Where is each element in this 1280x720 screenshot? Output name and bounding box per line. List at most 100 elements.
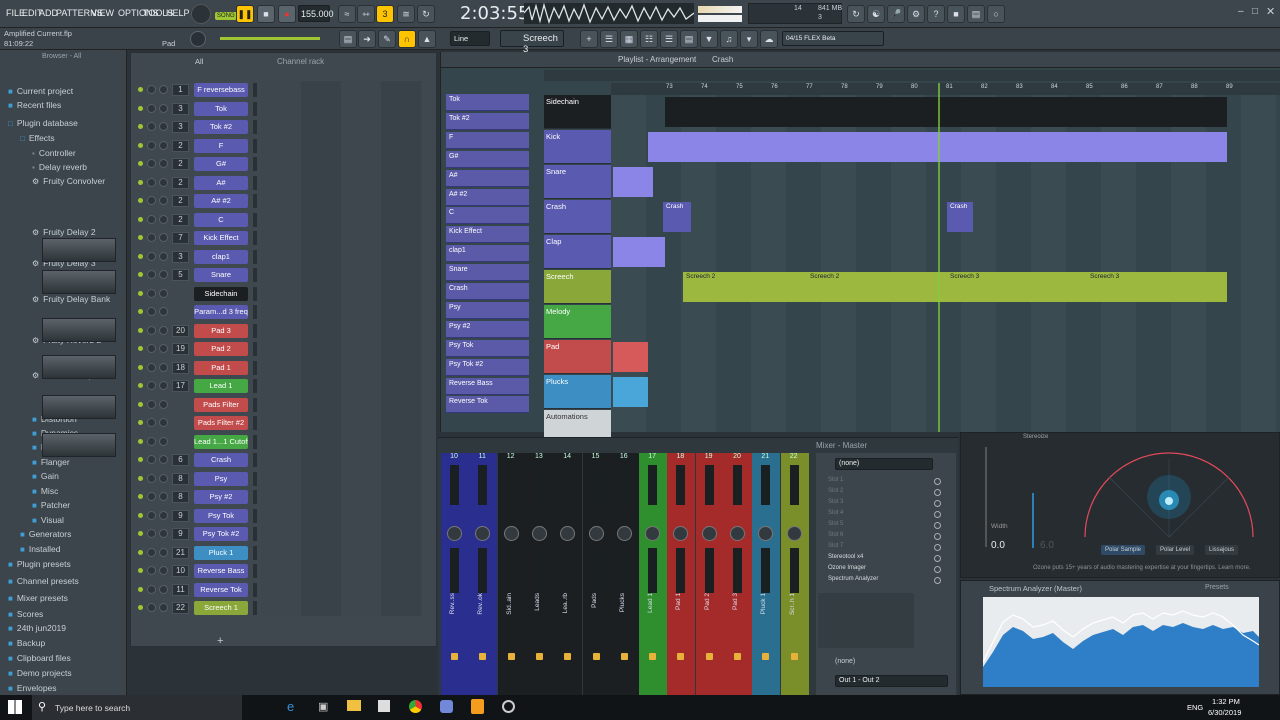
channel-mixer-track[interactable]: 8 [172,472,189,485]
lock-icon[interactable]: ■ [947,5,965,23]
mixer-insert-slot[interactable]: Spectrum Analyzer [828,576,933,586]
channel-mute-led[interactable] [138,142,143,148]
channel-pan-knob[interactable] [147,140,156,150]
countdown-icon[interactable]: 3 [376,5,394,23]
channel-row[interactable]: 9 Psy Tok #2 [131,525,431,544]
browser-item[interactable]: ■ Patcher [32,500,70,510]
channel-select-indicator[interactable] [253,490,257,504]
tempo-display[interactable]: 155.000 [298,5,334,22]
channel-volume-knob[interactable] [159,344,168,353]
route-arrow-icon[interactable] [592,653,600,660]
channel-select-indicator[interactable] [253,268,257,282]
channel-select-indicator[interactable] [253,101,257,116]
channel-name-button[interactable]: Reverse Bass [194,564,248,578]
channel-volume-knob[interactable] [159,547,168,557]
channel-pan-knob[interactable] [147,418,156,427]
channel-name-button[interactable]: Pads Filter [194,397,248,412]
taskbar-date[interactable]: 6/30/2019 [1208,708,1241,717]
channel-volume-knob[interactable] [159,85,168,94]
channel-volume-knob[interactable] [159,418,168,427]
channel-select-indicator[interactable] [253,527,257,541]
rack-filter[interactable]: All [195,57,203,66]
browser-item[interactable]: ▪ Controller [32,148,76,158]
channel-row[interactable]: 11 Reverse Tok [131,581,431,600]
track-header[interactable]: Pad [544,340,611,374]
channel-volume-knob[interactable] [159,510,168,520]
mixer-strip[interactable]: 16 Plucks [610,453,639,695]
channel-volume-knob[interactable] [159,529,168,538]
channel-mute-led[interactable] [138,253,143,259]
channel-name-button[interactable]: C [194,212,248,227]
pattern-picker-item[interactable]: Reverse Bass [446,377,529,395]
volume-fader[interactable] [534,548,544,593]
route-arrow-icon[interactable] [677,653,685,660]
channel-pan-knob[interactable] [147,288,156,298]
route-arrow-icon[interactable] [620,653,628,660]
channel-volume-knob[interactable] [159,233,168,242]
mixer-strip[interactable]: 22 Scr..h 1 [780,453,809,695]
channel-row[interactable]: 8 Psy [131,470,431,489]
plugin-thumbnail[interactable] [42,238,116,262]
channel-mixer-track[interactable]: 21 [172,546,189,559]
channel-mixer-track[interactable]: 17 [172,380,189,392]
channel-select-indicator[interactable] [253,582,257,597]
route-arrow-icon[interactable] [535,653,543,660]
browser-item[interactable]: ■ Scores [8,609,43,619]
magnet-icon[interactable]: ∩ [398,30,416,48]
master-pitch-knob[interactable] [190,31,206,47]
volume-fader[interactable] [648,548,658,593]
channel-name-button[interactable]: Screech 1 [194,601,248,615]
mixer-insert-slot[interactable]: Ozone Imager [828,565,933,575]
browser-item[interactable]: ⚙ Fruity Delay Bank [32,294,110,304]
channel-name-button[interactable]: Psy #2 [194,490,248,504]
channel-mixer-track[interactable]: 5 [172,269,189,281]
slot-enable-led[interactable] [934,489,941,496]
channel-row[interactable]: 1 F reversebass [131,81,431,100]
channel-pan-knob[interactable] [147,492,156,501]
channel-row[interactable]: Lead 1...1 Cutoff [131,433,431,452]
explorer-icon[interactable] [347,700,361,711]
volume-fader[interactable] [676,548,686,593]
channel-name-button[interactable]: Kick Effect [194,231,248,245]
channel-pan-knob[interactable] [147,566,156,575]
mixer-strip[interactable]: 21 Pluck 1 [752,453,781,695]
channel-row[interactable]: Pads Filter [131,396,431,415]
channel-rack-icon[interactable]: ☷ [640,30,658,48]
help-icon[interactable]: ? [927,5,945,23]
chat-icon[interactable]: ○ [987,5,1005,23]
restore-icon[interactable]: □ [1252,6,1258,17]
channel-row[interactable]: 3 Tok [131,100,431,119]
channel-mixer-track[interactable]: 2 [172,139,189,152]
pattern-picker-item[interactable]: Psy Tok [446,339,529,357]
analyzer-presets[interactable]: Presets [1205,584,1229,591]
volume-fader[interactable] [733,548,742,593]
start-icon[interactable] [8,700,22,714]
mixer-strip[interactable]: 12 Sid..ain [497,453,526,695]
channel-volume-knob[interactable] [159,603,168,612]
track-header[interactable]: Plucks [544,375,611,409]
chrome-icon[interactable] [409,700,422,713]
channel-mixer-track[interactable]: 19 [172,343,189,355]
channel-select-indicator[interactable] [253,601,257,615]
route-arrow-icon[interactable] [479,653,487,660]
stop-button[interactable]: ■ [257,5,275,23]
snap-select[interactable]: Line [450,31,490,46]
song-time-display[interactable]: 2:03:55 [460,3,529,24]
channel-name-button[interactable]: Pad 3 [194,323,248,338]
channel-volume-knob[interactable] [159,362,168,372]
browser-item[interactable]: □ Plugin database [8,118,78,128]
route-arrow-icon[interactable] [790,653,798,660]
cloud-icon[interactable]: ☁ [760,30,778,48]
channel-select-indicator[interactable] [253,305,257,319]
channel-pan-knob[interactable] [147,270,156,279]
pan-knob[interactable] [560,526,576,541]
channel-row[interactable]: Sidechain [131,285,431,304]
channel-pan-knob[interactable] [147,510,156,520]
channel-pan-knob[interactable] [147,603,156,612]
settings-icon[interactable]: ⚙ [907,5,925,23]
browser-item[interactable]: ■ 24th jun2019 [8,623,66,633]
browser-item[interactable]: ■ Misc [32,486,58,496]
channel-mute-led[interactable] [138,290,143,296]
volume-fader[interactable] [704,548,714,593]
channel-pan-knob[interactable] [147,214,156,224]
